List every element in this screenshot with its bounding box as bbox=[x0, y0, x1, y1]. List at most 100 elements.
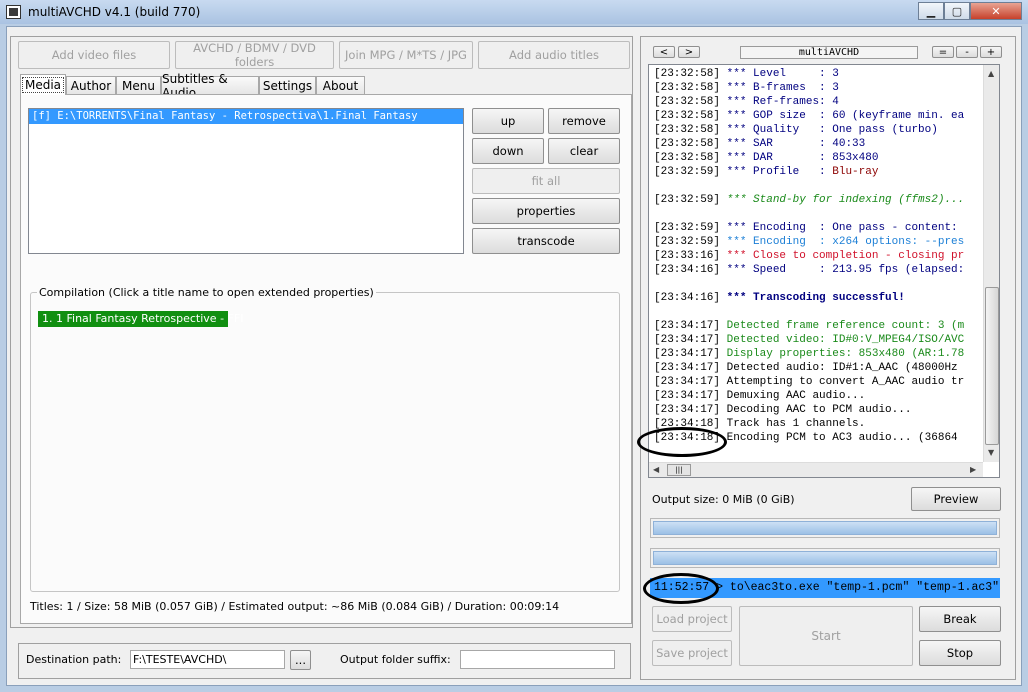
log-message: Display properties: 853x480 (AR:1.78 bbox=[726, 348, 965, 360]
add-audio-titles-button[interactable]: Add audio titles bbox=[478, 41, 630, 69]
tab-menu[interactable]: Menu bbox=[116, 76, 161, 95]
log-title: multiAVCHD bbox=[740, 46, 918, 59]
log-eq-button[interactable]: = bbox=[932, 46, 954, 58]
log-line: [23:32:58] *** SAR : 40:33 bbox=[654, 137, 980, 151]
minimize-button[interactable]: ▁ bbox=[918, 2, 944, 20]
down-button[interactable]: down bbox=[472, 138, 544, 164]
stop-button[interactable]: Stop bbox=[919, 640, 1001, 666]
avchd-folders-button[interactable]: AVCHD / BDMV / DVD folders bbox=[175, 41, 334, 69]
log-message: *** Close to completion - closing pr bbox=[726, 250, 965, 262]
log-line: [23:32:58] *** Ref-frames: 4 bbox=[654, 95, 980, 109]
log-timestamp: [23:32:59] bbox=[654, 222, 727, 234]
log-prev-button[interactable]: < bbox=[653, 46, 675, 58]
annotation-oval-timestamp bbox=[637, 427, 727, 457]
remove-button[interactable]: remove bbox=[548, 108, 620, 134]
log-timestamp: [23:34:17] bbox=[654, 320, 727, 332]
log-minus-button[interactable]: - bbox=[956, 46, 978, 58]
log-line: [23:34:16] *** Speed : 213.95 fps (elaps… bbox=[654, 263, 980, 277]
log-next-button[interactable]: > bbox=[678, 46, 700, 58]
log-timestamp: [23:34:16] bbox=[654, 292, 727, 304]
log-plus-button[interactable]: + bbox=[980, 46, 1002, 58]
log-timestamp: [23:34:16] bbox=[654, 264, 727, 276]
log-line: [23:32:59] *** Encoding : x264 options: … bbox=[654, 235, 980, 249]
log-timestamp: [23:33:16] bbox=[654, 250, 727, 262]
properties-button[interactable]: properties bbox=[472, 198, 620, 224]
join-mpg-button[interactable]: Join MPG / M*TS / JPG bbox=[339, 41, 473, 69]
log-message: *** Transcoding successful! bbox=[726, 292, 905, 304]
log-line: [23:32:58] *** DAR : 853x480 bbox=[654, 151, 980, 165]
log-line: [23:34:17] Detected audio: ID#1:A_AAC (4… bbox=[654, 361, 980, 375]
log-vscroll-thumb[interactable] bbox=[985, 287, 999, 445]
log-message: Detected video: ID#0:V_MPEG4/ISO/AVC bbox=[726, 334, 965, 346]
log-line: [23:32:58] *** Level : 3 bbox=[654, 67, 980, 81]
scroll-left-arrow-icon[interactable]: ◀ bbox=[653, 465, 659, 474]
log-message: Decoding AAC to PCM audio... bbox=[726, 404, 912, 416]
tab-author[interactable]: Author bbox=[66, 76, 116, 95]
save-project-button[interactable]: Save project bbox=[652, 640, 732, 666]
maximize-button[interactable]: ▢ bbox=[944, 2, 970, 20]
log-line: [23:34:17] Attempting to convert A_AAC a… bbox=[654, 375, 980, 389]
load-project-button[interactable]: Load project bbox=[652, 606, 732, 632]
progress-fill-2 bbox=[653, 551, 997, 565]
log-message: *** DAR : 853x480 bbox=[726, 152, 879, 164]
window-title: multiAVCHD v4.1 (build 770) bbox=[28, 5, 201, 19]
log-timestamp: [23:34:17] bbox=[654, 334, 727, 346]
log-timestamp: [23:34:17] bbox=[654, 348, 727, 360]
output-size-label: Output size: 0 MiB (0 GiB) bbox=[652, 493, 795, 506]
app-icon bbox=[6, 5, 21, 19]
compilation-label: Compilation (Click a title name to open … bbox=[37, 286, 376, 299]
media-file-item[interactable]: [f] E:\TORRENTS\Final Fantasy - Retrospe… bbox=[29, 109, 463, 124]
log-timestamp: [23:32:58] bbox=[654, 68, 727, 80]
log-line: [23:32:59] *** Profile : Blu-ray bbox=[654, 165, 980, 179]
break-button[interactable]: Break bbox=[919, 606, 1001, 632]
output-suffix-input[interactable] bbox=[460, 650, 615, 669]
log-line: [23:33:16] *** Close to completion - clo… bbox=[654, 249, 980, 263]
tab-media[interactable]: Media bbox=[20, 74, 66, 95]
output-suffix-label: Output folder suffix: bbox=[340, 653, 451, 666]
titles-status: Titles: 1 / Size: 58 MiB (0.057 GiB) / E… bbox=[30, 600, 560, 613]
annotation-oval-command-time bbox=[643, 573, 719, 604]
compilation-title-item[interactable]: 1. 1 Final Fantasy Retrospective - FFI bbox=[38, 311, 243, 327]
browse-button[interactable]: ... bbox=[290, 650, 311, 670]
up-button[interactable]: up bbox=[472, 108, 544, 134]
clear-button[interactable]: clear bbox=[548, 138, 620, 164]
add-video-files-button[interactable]: Add video files bbox=[18, 41, 170, 69]
log-timestamp: [23:32:58] bbox=[654, 124, 727, 136]
log-hscroll-thumb[interactable]: ||| bbox=[667, 464, 691, 476]
log-line: [23:32:58] *** Quality : One pass (turbo… bbox=[654, 123, 980, 137]
preview-button[interactable]: Preview bbox=[911, 487, 1001, 511]
log-message: *** Level : 3 bbox=[726, 68, 839, 80]
log-timestamp: [23:32:59] bbox=[654, 236, 727, 248]
start-button[interactable]: Start bbox=[739, 606, 913, 666]
log-message: *** Speed : 213.95 fps (elapsed: bbox=[726, 264, 965, 276]
log-view[interactable]: [23:32:58] *** Level : 3 [23:32:58] *** B… bbox=[648, 64, 1000, 478]
transcode-button[interactable]: transcode bbox=[472, 228, 620, 254]
tab-settings[interactable]: Settings bbox=[259, 76, 316, 95]
log-vscrollbar[interactable]: ▲ ▼ bbox=[983, 65, 999, 462]
progress-bar-2 bbox=[650, 548, 1000, 568]
title-bar[interactable]: multiAVCHD v4.1 (build 770) ▁ ▢ ✕ bbox=[0, 0, 1028, 24]
log-highlight: Blu-ray bbox=[832, 166, 879, 178]
tab-subtitles-audio[interactable]: Subtitles & Audio bbox=[161, 72, 259, 100]
tab-about[interactable]: About bbox=[316, 76, 365, 95]
log-line: [23:32:58] *** GOP size : 60 (keyframe m… bbox=[654, 109, 980, 123]
log-message: *** Profile : Blu-ray bbox=[726, 166, 879, 178]
fit-all-button[interactable]: fit all bbox=[472, 168, 620, 194]
media-file-list[interactable]: [f] E:\TORRENTS\Final Fantasy - Retrospe… bbox=[28, 108, 464, 254]
destination-path-input[interactable]: F:\TESTE\AVCHD\ bbox=[130, 650, 285, 669]
log-message: Track has 1 channels. bbox=[726, 418, 866, 430]
log-hscrollbar[interactable]: ◀ ||| ▶ bbox=[649, 462, 983, 477]
scroll-up-arrow-icon[interactable]: ▲ bbox=[988, 69, 994, 78]
scroll-right-arrow-icon[interactable]: ▶ bbox=[970, 465, 976, 474]
log-timestamp: [23:32:58] bbox=[654, 82, 727, 94]
log-timestamp: [23:34:17] bbox=[654, 362, 727, 374]
scroll-down-arrow-icon[interactable]: ▼ bbox=[988, 448, 994, 457]
log-line: [23:34:17] Detected frame reference coun… bbox=[654, 319, 980, 333]
log-message: *** GOP size : 60 (keyframe min. ea bbox=[726, 110, 965, 122]
log-message: Attempting to convert A_AAC audio tr bbox=[726, 376, 965, 388]
log-line: [23:34:16] *** Transcoding successful! bbox=[654, 291, 980, 305]
close-button[interactable]: ✕ bbox=[970, 2, 1022, 20]
log-timestamp: [23:32:58] bbox=[654, 96, 727, 108]
